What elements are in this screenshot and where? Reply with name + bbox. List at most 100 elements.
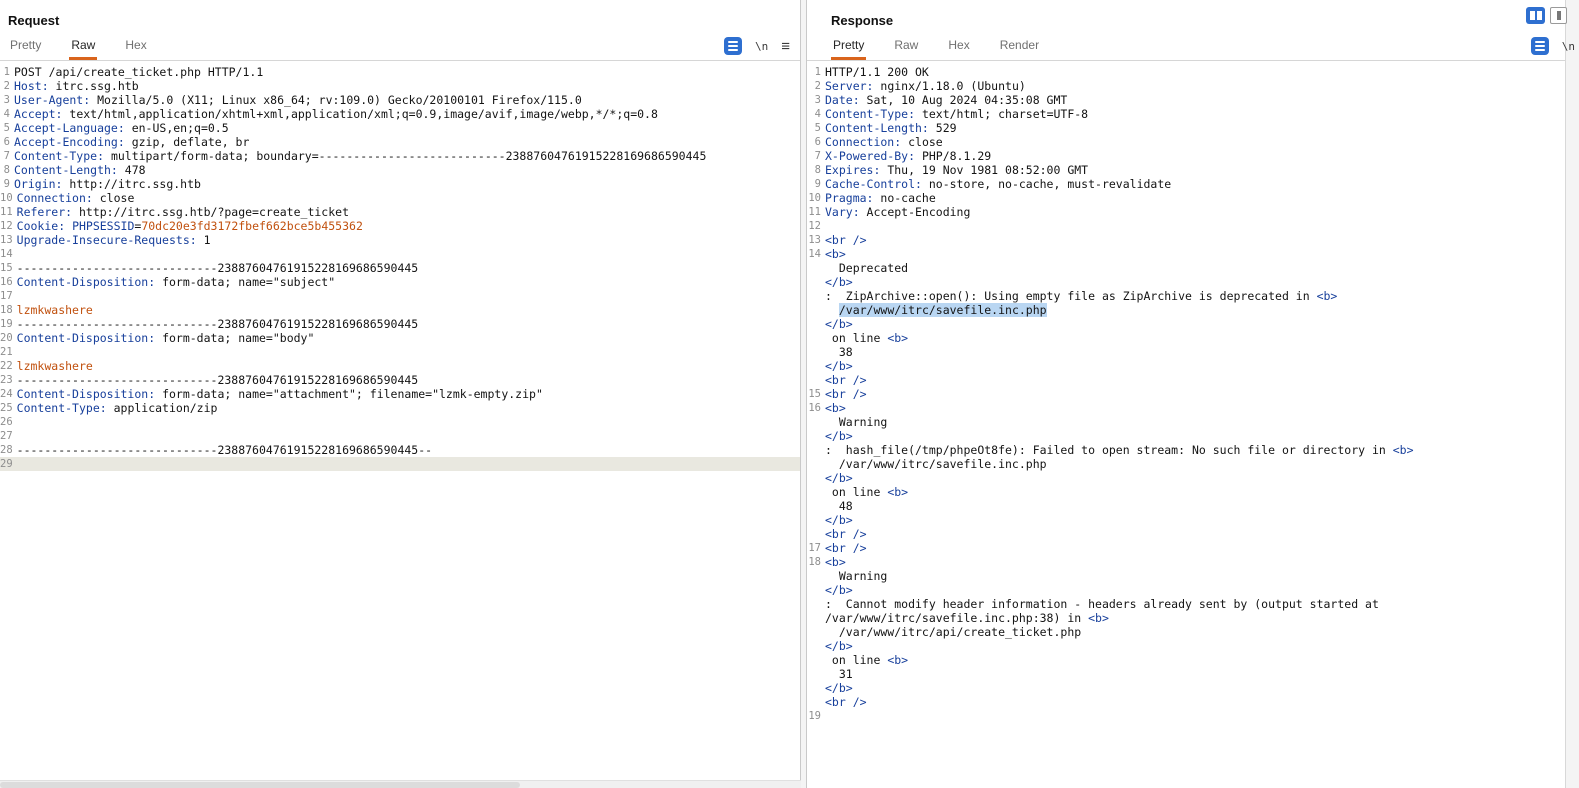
code-line[interactable]: 18<b> — [807, 555, 1565, 569]
code-line[interactable]: Warning — [807, 569, 1565, 583]
tab-raw[interactable]: Raw — [892, 32, 920, 60]
code-line[interactable]: /var/www/itrc/savefile.inc.php — [807, 457, 1565, 471]
line-content: Content-Type: multipart/form-data; bound… — [14, 149, 800, 163]
request-horizontal-scrollbar[interactable] — [0, 780, 801, 788]
code-line[interactable]: </b> — [807, 513, 1565, 527]
code-line[interactable]: </b> — [807, 359, 1565, 373]
code-line[interactable]: 8Content-Length: 478 — [0, 163, 800, 177]
code-line[interactable]: 5Content-Length: 529 — [807, 121, 1565, 135]
code-line[interactable]: </b> — [807, 429, 1565, 443]
code-line[interactable]: 15-----------------------------238876047… — [0, 261, 800, 275]
response-viewer[interactable]: 1HTTP/1.1 200 OK2Server: nginx/1.18.0 (U… — [807, 62, 1565, 788]
code-line[interactable]: 28-----------------------------238876047… — [0, 443, 800, 457]
code-line[interactable]: /var/www/itrc/api/create_ticket.php — [807, 625, 1565, 639]
code-line[interactable]: 14<b> — [807, 247, 1565, 261]
code-line[interactable]: 1HTTP/1.1 200 OK — [807, 65, 1565, 79]
show-newlines-icon[interactable]: \n — [755, 40, 768, 53]
code-line[interactable]: 17 — [0, 289, 800, 303]
code-line[interactable]: 29 — [0, 457, 800, 471]
layout-columns-icon[interactable] — [1526, 7, 1545, 24]
tab-hex[interactable]: Hex — [946, 32, 971, 60]
code-line[interactable]: 3User-Agent: Mozilla/5.0 (X11; Linux x86… — [0, 93, 800, 107]
code-line[interactable]: 25Content-Type: application/zip — [0, 401, 800, 415]
code-line[interactable]: 16Content-Disposition: form-data; name="… — [0, 275, 800, 289]
code-line[interactable]: 10Pragma: no-cache — [807, 191, 1565, 205]
code-line[interactable]: 4Content-Type: text/html; charset=UTF-8 — [807, 107, 1565, 121]
code-line[interactable]: 4Accept: text/html,application/xhtml+xml… — [0, 107, 800, 121]
code-line[interactable]: on line <b> — [807, 653, 1565, 667]
line-number: 17 — [0, 289, 17, 303]
code-line[interactable]: 9Cache-Control: no-store, no-cache, must… — [807, 177, 1565, 191]
code-line[interactable]: 10Connection: close — [0, 191, 800, 205]
code-line[interactable]: 27 — [0, 429, 800, 443]
syntax-highlight-icon[interactable] — [724, 37, 742, 55]
code-line[interactable]: on line <b> — [807, 331, 1565, 345]
code-line[interactable]: Deprecated — [807, 261, 1565, 275]
code-line[interactable]: 1POST /api/create_ticket.php HTTP/1.1 — [0, 65, 800, 79]
code-line[interactable]: </b> — [807, 275, 1565, 289]
tab-pretty[interactable]: Pretty — [8, 32, 43, 60]
code-line[interactable]: /var/www/itrc/savefile.inc.php — [807, 303, 1565, 317]
code-line[interactable]: </b> — [807, 583, 1565, 597]
code-line[interactable]: 14 — [0, 247, 800, 261]
code-line[interactable]: 23-----------------------------238876047… — [0, 373, 800, 387]
code-line[interactable]: 15<br /> — [807, 387, 1565, 401]
code-line[interactable]: 2Server: nginx/1.18.0 (Ubuntu) — [807, 79, 1565, 93]
tab-raw[interactable]: Raw — [69, 32, 97, 60]
request-editor[interactable]: 1POST /api/create_ticket.php HTTP/1.12Ho… — [0, 62, 800, 779]
code-line[interactable]: 5Accept-Language: en-US,en;q=0.5 — [0, 121, 800, 135]
code-line[interactable]: <br /> — [807, 373, 1565, 387]
code-line[interactable]: 13<br /> — [807, 233, 1565, 247]
syntax-highlight-icon[interactable] — [1531, 37, 1549, 55]
code-line[interactable]: </b> — [807, 639, 1565, 653]
response-scrollbar[interactable] — [1565, 0, 1579, 788]
tab-pretty[interactable]: Pretty — [831, 32, 866, 60]
code-line[interactable]: </b> — [807, 317, 1565, 331]
code-line[interactable]: 48 — [807, 499, 1565, 513]
code-line[interactable]: 19 — [807, 709, 1565, 723]
tab-hex[interactable]: Hex — [123, 32, 148, 60]
code-line[interactable]: 6Connection: close — [807, 135, 1565, 149]
code-line[interactable]: </b> — [807, 471, 1565, 485]
code-line[interactable]: 31 — [807, 667, 1565, 681]
code-line[interactable]: 22lzmkwashere — [0, 359, 800, 373]
code-line[interactable]: 9Origin: http://itrc.ssg.htb — [0, 177, 800, 191]
code-line[interactable]: 3Date: Sat, 10 Aug 2024 04:35:08 GMT — [807, 93, 1565, 107]
code-line[interactable]: : hash_file(/tmp/phpeOt8fe): Failed to o… — [807, 443, 1565, 457]
code-line[interactable]: 20Content-Disposition: form-data; name="… — [0, 331, 800, 345]
code-line[interactable]: <br /> — [807, 695, 1565, 709]
request-panel-title: Request — [8, 13, 59, 28]
code-line[interactable]: 24Content-Disposition: form-data; name="… — [0, 387, 800, 401]
code-line[interactable]: 11Referer: http://itrc.ssg.htb/?page=cre… — [0, 205, 800, 219]
tab-render[interactable]: Render — [998, 32, 1041, 60]
code-line[interactable]: 2Host: itrc.ssg.htb — [0, 79, 800, 93]
code-line[interactable]: /var/www/itrc/savefile.inc.php:38) in <b… — [807, 611, 1565, 625]
scrollbar-thumb[interactable] — [0, 782, 520, 788]
code-line[interactable]: 18lzmkwashere — [0, 303, 800, 317]
code-line[interactable]: Warning — [807, 415, 1565, 429]
code-line[interactable]: 17<br /> — [807, 541, 1565, 555]
code-line[interactable]: 16<b> — [807, 401, 1565, 415]
code-line[interactable]: 8Expires: Thu, 19 Nov 1981 08:52:00 GMT — [807, 163, 1565, 177]
code-line[interactable]: : ZipArchive::open(): Using empty file a… — [807, 289, 1565, 303]
code-line[interactable]: 12Cookie: PHPSESSID=70dc20e3fd3172fbef66… — [0, 219, 800, 233]
code-line[interactable]: : Cannot modify header information - hea… — [807, 597, 1565, 611]
code-line[interactable]: 21 — [0, 345, 800, 359]
code-line[interactable]: <br /> — [807, 527, 1565, 541]
menu-icon[interactable]: ≡ — [781, 39, 790, 54]
token: <b> — [1317, 289, 1338, 303]
code-line[interactable]: 26 — [0, 415, 800, 429]
code-line[interactable]: 7Content-Type: multipart/form-data; boun… — [0, 149, 800, 163]
code-line[interactable]: 38 — [807, 345, 1565, 359]
code-line[interactable]: 19-----------------------------238876047… — [0, 317, 800, 331]
code-line[interactable]: on line <b> — [807, 485, 1565, 499]
line-content: </b> — [825, 583, 1565, 597]
code-line[interactable]: 7X-Powered-By: PHP/8.1.29 — [807, 149, 1565, 163]
code-line[interactable]: 13Upgrade-Insecure-Requests: 1 — [0, 233, 800, 247]
code-line[interactable]: 11Vary: Accept-Encoding — [807, 205, 1565, 219]
code-line[interactable]: 6Accept-Encoding: gzip, deflate, br — [0, 135, 800, 149]
code-line[interactable]: 12 — [807, 219, 1565, 233]
layout-option-icon[interactable] — [1550, 7, 1567, 24]
show-newlines-icon[interactable]: \n — [1562, 40, 1575, 53]
code-line[interactable]: </b> — [807, 681, 1565, 695]
